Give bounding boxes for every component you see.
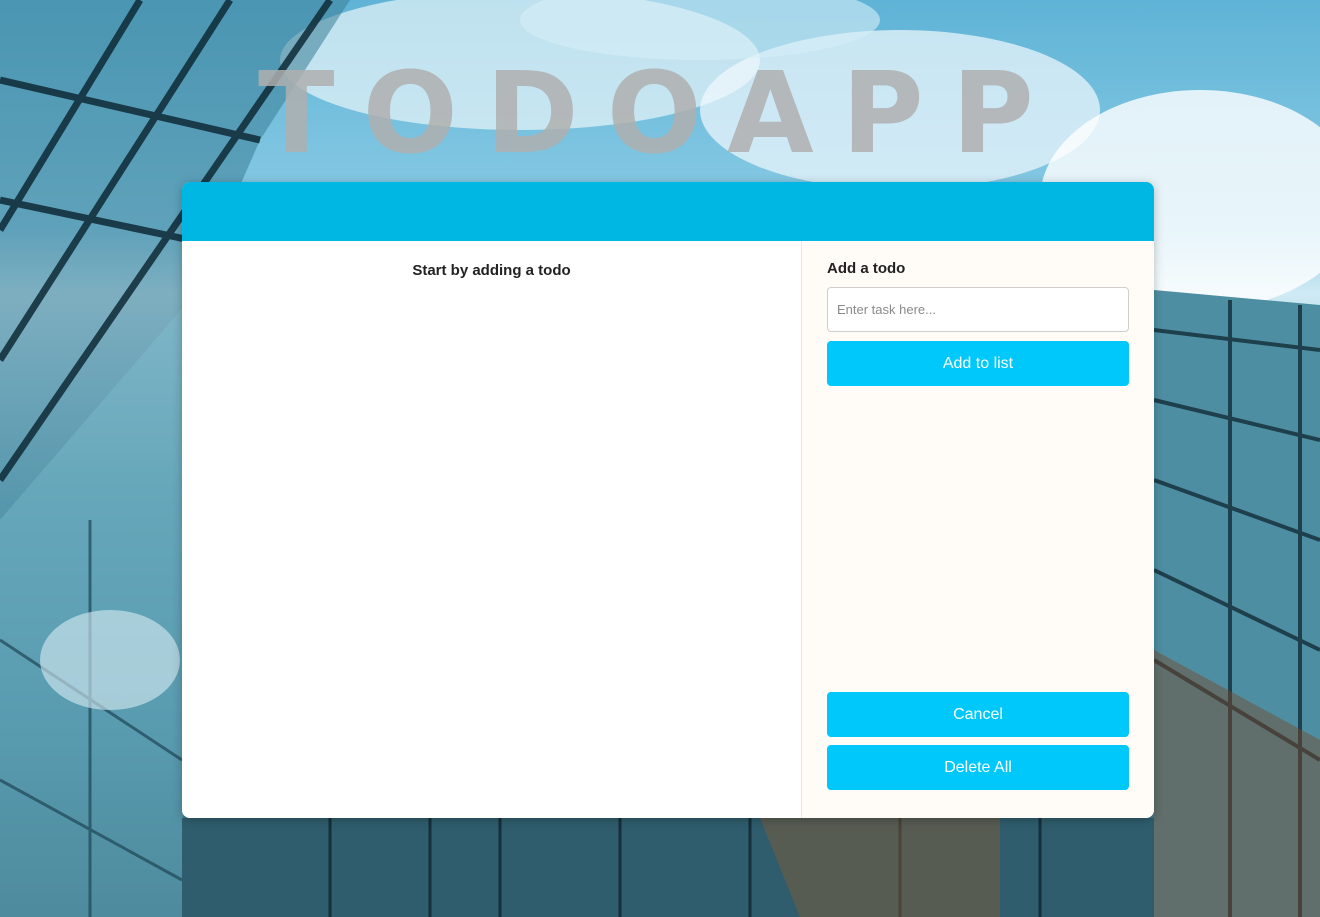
todo-card: Start by adding a todo Add a todo Add to… bbox=[182, 182, 1154, 818]
add-to-list-button[interactable]: Add to list bbox=[827, 341, 1129, 386]
delete-all-button[interactable]: Delete All bbox=[827, 745, 1129, 790]
empty-list-message: Start by adding a todo bbox=[412, 262, 571, 279]
add-todo-label: Add a todo bbox=[827, 260, 906, 277]
card-header bbox=[182, 182, 1154, 241]
todo-list-pane: Start by adding a todo bbox=[182, 241, 801, 818]
app-title: TODOAPP bbox=[258, 49, 1062, 179]
add-todo-panel: Add a todo Add to list Cancel Delete All bbox=[801, 241, 1154, 818]
task-input[interactable] bbox=[827, 287, 1129, 332]
card-body: Start by adding a todo Add a todo Add to… bbox=[182, 241, 1154, 818]
cancel-button[interactable]: Cancel bbox=[827, 692, 1129, 737]
